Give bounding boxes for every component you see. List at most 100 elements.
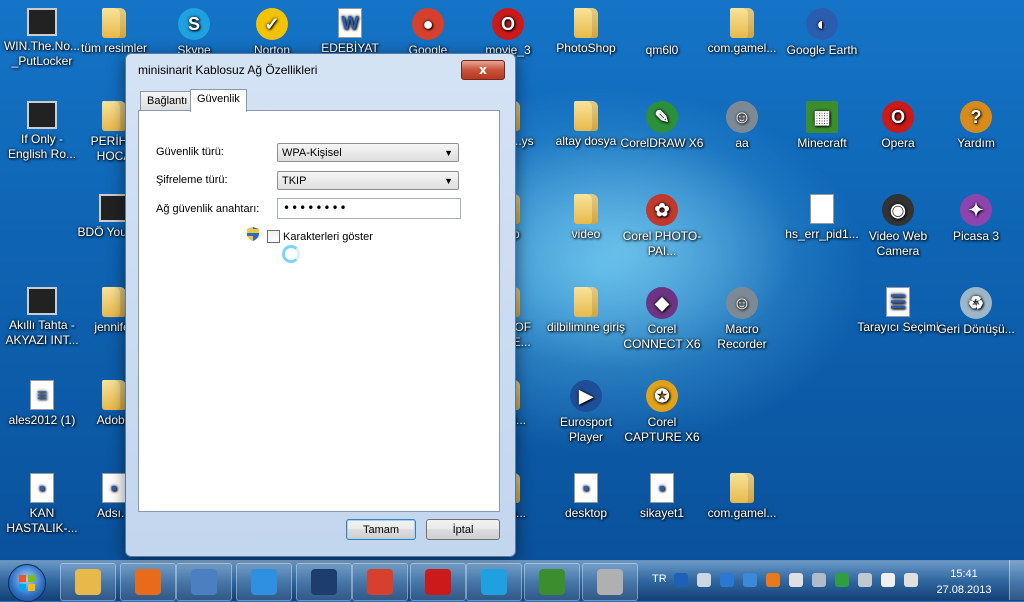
dialog-title: minisinarit Kablosuz Ağ Özellikleri (138, 63, 318, 77)
desktop-icon[interactable]: ▪ sikayet1 (620, 473, 704, 521)
desktop-icon[interactable]: ▦ Minecraft (780, 101, 864, 151)
security-type-select[interactable]: WPA-Kişisel ▼ (277, 143, 459, 162)
desktop-icon[interactable]: altay dosya (544, 101, 628, 149)
corel-connect-icon: ◆ (646, 287, 678, 319)
show-characters-checkbox[interactable] (267, 230, 280, 243)
desktop-icon[interactable]: ✦ Picasa 3 (934, 194, 1018, 244)
video-file-icon (27, 101, 57, 129)
help-tray-icon[interactable] (674, 573, 688, 587)
desktop-icon[interactable]: tüm resimler (72, 8, 156, 56)
desktop-icon-label: desktop (564, 506, 608, 520)
desktop-icon-label: CorelDRAW X6 (620, 136, 704, 150)
video-file-icon (27, 8, 57, 36)
folder-icon (574, 194, 598, 224)
desktop-icon[interactable]: dilbilimine giriş (544, 287, 628, 335)
avast-tray-icon[interactable] (766, 573, 780, 587)
desktop-icon[interactable]: ♻ Geri Dönüşü... (934, 287, 1018, 337)
desktop-icon[interactable]: ✿ Corel PHOTO-PAI... (620, 194, 704, 259)
language-indicator[interactable]: TR (652, 573, 667, 585)
desktop-icon-label: video (571, 227, 601, 241)
taskbar-button[interactable] (582, 563, 638, 601)
start-button[interactable] (8, 564, 46, 602)
flag-tray-icon[interactable] (789, 573, 803, 587)
desktop-icon[interactable]: ☺ aa (700, 101, 784, 151)
opera-icon (425, 569, 451, 595)
encryption-type-select[interactable]: TKIP ▼ (277, 171, 459, 190)
tab-connection[interactable]: Bağlantı (140, 91, 195, 111)
ok-button[interactable]: Tamam (346, 519, 416, 540)
desktop-icon[interactable]: ✓ Norton (230, 8, 314, 58)
help-icon: ? (960, 101, 992, 133)
security-type-label: Güvenlik türü: (156, 146, 224, 158)
taskbar-button[interactable] (60, 563, 116, 601)
desktop-icon-label: Corel CAPTURE X6 (624, 415, 700, 444)
tab-security[interactable]: Güvenlik (190, 89, 247, 112)
desktop-icon[interactable]: qm6l0 (620, 8, 704, 58)
taskbar-button[interactable] (120, 563, 176, 601)
desktop-icon[interactable]: com.gamel... (700, 473, 784, 521)
bluetooth-tray-icon[interactable] (743, 573, 757, 587)
internet-explorer-icon (251, 569, 277, 595)
word-document-icon: W (338, 8, 362, 38)
show-desktop-button[interactable] (1009, 560, 1024, 600)
desktop-icon[interactable]: ✪ Corel CAPTURE X6 (620, 380, 704, 445)
desktop-icon-label: com.gamel... (707, 41, 777, 55)
uac-shield-icon (247, 227, 259, 241)
dialog-titlebar[interactable]: minisinarit Kablosuz Ağ Özellikleri x (126, 54, 515, 84)
monitor-tray-icon[interactable] (812, 573, 826, 587)
robot-icon: ☺ (726, 101, 758, 133)
desktop-icon[interactable]: video (544, 194, 628, 242)
desktop-icon[interactable]: O Opera (856, 101, 940, 151)
taskbar-button[interactable] (466, 563, 522, 601)
taskbar-button[interactable] (176, 563, 232, 601)
taskbar-button[interactable] (296, 563, 352, 601)
arrow-tray-icon[interactable] (697, 573, 711, 587)
check-tray-icon[interactable] (835, 573, 849, 587)
taskbar-button[interactable] (410, 563, 466, 601)
desktop-icon[interactable]: ◉ Video Web Camera (856, 194, 940, 259)
desktop-icon[interactable]: ✎ CorelDRAW X6 (620, 101, 704, 151)
explorer-icon (75, 569, 101, 595)
clock[interactable]: 15:41 27.08.2013 (930, 566, 998, 598)
chrome-icon: ● (412, 8, 444, 40)
taskbar-button[interactable] (352, 563, 408, 601)
tool-icon (191, 569, 217, 595)
cancel-button[interactable]: İptal (426, 519, 500, 540)
security-key-field[interactable]: •••••••• (277, 198, 461, 219)
desktop-icon[interactable]: ● Google (386, 8, 470, 58)
desktop-icon[interactable]: com.gamel... (700, 8, 784, 56)
desktop-icon[interactable]: hs_err_pid1... (780, 194, 864, 242)
desktop-icon[interactable]: PhotoShop (544, 8, 628, 56)
volume-tray-icon[interactable] (904, 573, 918, 587)
desktop-icon-label: sikayet1 (639, 506, 685, 520)
recycle-bin-icon: ♻ (960, 287, 992, 319)
network-tray-icon[interactable] (720, 573, 734, 587)
desktop-icon[interactable]: Omovie_3 (466, 8, 550, 58)
taskbar-button[interactable] (236, 563, 292, 601)
security-panel: Güvenlik türü: WPA-Kişisel ▼ Şifreleme t… (138, 110, 500, 512)
folder-icon (574, 101, 598, 131)
desktop-icon[interactable]: ☰ Tarayıcı Seçimi (856, 287, 940, 335)
signal-tray-icon[interactable] (881, 573, 895, 587)
folder-icon (574, 287, 598, 317)
folder-icon (102, 8, 126, 38)
desktop-icon-label: Opera (881, 136, 915, 150)
desktop-icon[interactable]: S Skype (152, 8, 236, 58)
security-type-value: WPA-Kişisel (282, 147, 342, 159)
desktop-icon[interactable]: W EDEBİYAT (308, 8, 392, 56)
desktop-icon-label: PhotoShop (556, 41, 616, 55)
desktop-icon[interactable]: ▶ Eurosport Player (544, 380, 628, 445)
desktop-icon[interactable]: ▪ desktop (544, 473, 628, 521)
power-tray-icon[interactable] (858, 573, 872, 587)
desktop-icon[interactable]: ☺ Macro Recorder (700, 287, 784, 352)
security-key-label: Ağ güvenlik anahtarı: (156, 203, 260, 215)
desktop-icon[interactable]: ◆ Corel CONNECT X6 (620, 287, 704, 352)
desktop-icon-label: altay dosya (555, 134, 617, 148)
text-document-icon (810, 194, 834, 224)
skype-icon (481, 569, 507, 595)
desktop-icon[interactable]: ◐ Google Earth (780, 8, 864, 58)
desktop-icon-label: Tarayıcı Seçimi (857, 320, 939, 334)
taskbar-button[interactable] (524, 563, 580, 601)
desktop-icon[interactable]: ? Yardım (934, 101, 1018, 151)
close-button[interactable]: x (461, 60, 505, 80)
